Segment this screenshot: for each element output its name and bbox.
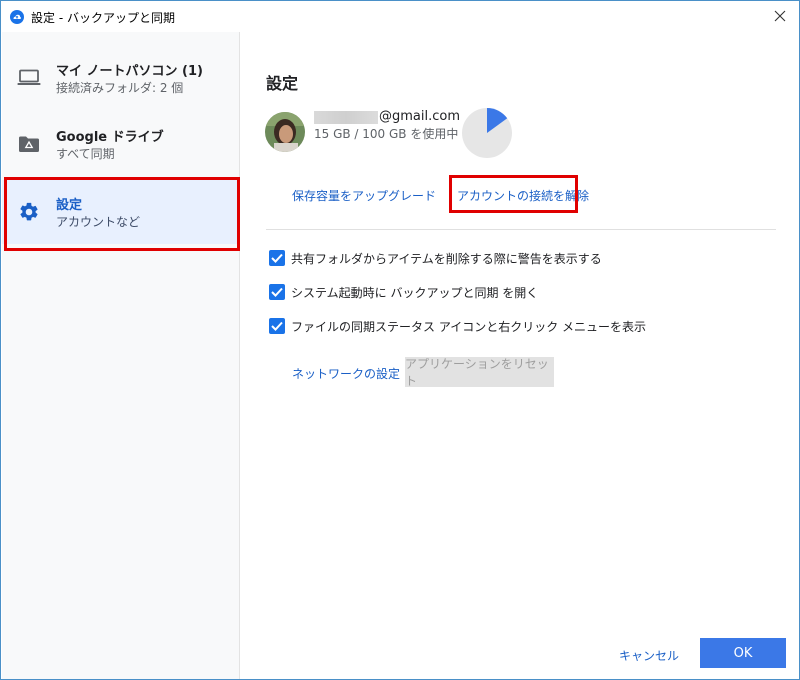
close-icon [774, 7, 786, 26]
sidebar-item-subtitle: すべて同期 [56, 147, 115, 161]
title-bar: 設定 - バックアップと同期 [1, 1, 799, 32]
backup-sync-cloud-icon [10, 9, 24, 24]
upgrade-storage-link[interactable]: 保存容量をアップグレード [292, 187, 436, 204]
laptop-icon [16, 66, 42, 90]
sidebar-item-subtitle: 接続済みフォルダ: 2 個 [56, 81, 184, 95]
storage-usage-pie [462, 108, 512, 158]
sidebar-item-title: マイ ノートパソコン (1) [56, 64, 203, 79]
disconnect-account-link[interactable]: アカウントの接続を解除 [457, 187, 589, 204]
sidebar-item-title: 設定 [56, 198, 83, 213]
window-title: 設定 - バックアップと同期 [31, 11, 175, 25]
sidebar: マイ ノートパソコン (1) 接続済みフォルダ: 2 個 Google ドライブ… [2, 32, 240, 679]
reset-application-button[interactable]: アプリケーションをリセット [405, 357, 554, 388]
divider [266, 229, 776, 230]
checkbox-checked[interactable] [269, 284, 285, 300]
option-warn-shared-delete[interactable]: 共有フォルダからアイテムを削除する際に警告を表示する [269, 249, 602, 267]
gear-icon [16, 200, 42, 224]
settings-window: 設定 - バックアップと同期 マイ ノートパソコン (1) 接続済みフォルダ: … [0, 0, 800, 680]
option-open-on-startup[interactable]: システム起動時に バックアップと同期 を開く [269, 283, 538, 301]
option-label: ファイルの同期ステータス アイコンと右クリック メニューを表示 [291, 319, 647, 334]
settings-panel: 設定 @gmail.com 15 GB / 100 GB を使用中 保存容量をア… [241, 32, 799, 679]
sidebar-item-subtitle: アカウントなど [56, 215, 141, 229]
checkbox-checked[interactable] [269, 318, 285, 334]
close-button[interactable] [767, 4, 793, 28]
option-show-sync-status[interactable]: ファイルの同期ステータス アイコンと右クリック メニューを表示 [269, 317, 646, 335]
network-settings-link[interactable]: ネットワークの設定 [292, 365, 400, 382]
sidebar-item-my-laptop[interactable]: マイ ノートパソコン (1) 接続済みフォルダ: 2 個 [2, 46, 240, 110]
email-redacted-part [314, 111, 378, 124]
storage-usage-text: 15 GB / 100 GB を使用中 [314, 127, 459, 141]
account-email: @gmail.com [379, 109, 461, 124]
ok-button[interactable]: OK [700, 638, 786, 668]
sidebar-item-google-drive[interactable]: Google ドライブ すべて同期 [2, 112, 240, 176]
sidebar-item-settings[interactable]: 設定 アカウントなど [2, 180, 240, 244]
option-label: 共有フォルダからアイテムを削除する際に警告を表示する [291, 251, 602, 266]
avatar [265, 112, 305, 152]
option-label: システム起動時に バックアップと同期 を開く [291, 285, 539, 300]
drive-folder-icon [16, 132, 42, 156]
checkbox-checked[interactable] [269, 250, 285, 266]
page-title: 設定 [266, 74, 299, 93]
cancel-button[interactable]: キャンセル [619, 647, 679, 664]
sidebar-item-title: Google ドライブ [56, 130, 164, 145]
